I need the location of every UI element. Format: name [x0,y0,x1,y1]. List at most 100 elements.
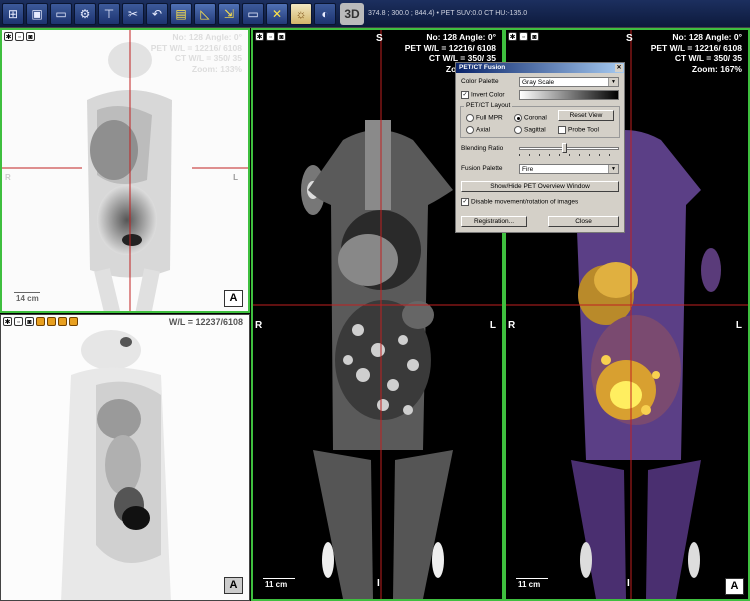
coronal-label: Coronal [524,114,547,122]
export-icon[interactable]: ⇲ [218,2,240,25]
screw-icon[interactable]: ⊤ [98,2,120,25]
color-palette-value: Gray Scale [522,79,555,86]
info-line: Zoom: 167% [691,63,742,74]
scale-bar [14,292,40,293]
fusion-palette-select[interactable]: Fire ▼ [519,164,619,174]
tools-icon[interactable]: ✂ [122,2,144,25]
loop-icon[interactable] [58,317,67,326]
gear-icon[interactable]: ✱ [255,32,264,41]
fusion-palette-label: Fusion Palette [461,165,503,172]
blending-ratio-label: Blending Ratio [461,145,504,152]
camera-icon[interactable]: ◙ [530,32,539,41]
scale-label: 11 cm [518,580,541,589]
pet-coronal-panel[interactable]: ✱ ▫ ◙ No: 128 Angle: 0° PET W/L = 12216/… [0,28,250,313]
image-info: No: 128 Angle: 0° PET W/L = 12216/ 6108 … [651,32,742,74]
window-icon[interactable]: ▫ [266,32,275,41]
panel-tools: ✱ ▫ ◙ [508,32,539,41]
scale-label: 11 cm [265,580,288,589]
show-hide-pet-overview-button[interactable]: Show/Hide PET Overview Window [461,181,619,192]
info-line: PET W/L = 12216/ 6108 [150,42,242,53]
close-button[interactable]: Close [548,216,619,227]
gear-icon[interactable]: ✱ [3,317,12,326]
dialog-title: PET/CT Fusion [459,64,506,71]
close-icon[interactable]: ✕ [266,2,288,25]
status-readout: 374.8 ; 300.0 ; 844.4) • PET SUV:0.0 CT … [368,10,528,17]
layout-group-title: PET/CT Layout [464,102,513,109]
slider-thumb[interactable] [561,143,567,153]
orientation-left: L [489,320,496,331]
full-mpr-label: Full MPR [476,114,503,122]
sagittal-radio[interactable]: Sagittal [514,126,546,134]
orientation-right: R [255,320,263,331]
orientation-right: R [5,173,11,182]
layout-icon[interactable]: ⊞ [2,2,24,25]
orientation-inferior: I [377,578,380,589]
info-line: No: 128 Angle: 0° [426,32,496,42]
coronal-radio[interactable]: Coronal [514,114,547,122]
checkbox-checked-icon: ✓ [461,91,469,99]
window-icon[interactable]: ▫ [14,317,23,326]
registration-button[interactable]: Registration... [461,216,527,227]
save-icon[interactable]: ▣ [26,2,48,25]
undo-icon[interactable]: ↶ [146,2,168,25]
reset-view-button[interactable]: Reset View [558,110,614,121]
color-palette-label: Color Palette [461,78,499,85]
axial-label: Axial [476,126,491,134]
info-line: CT W/L = 350/ 35 [174,53,242,63]
camera-icon[interactable]: ◙ [277,32,286,41]
gear-icon[interactable]: ✱ [4,32,13,41]
anterior-marker: A [224,290,243,307]
invert-color-label: Invert Color [471,91,505,99]
3d-button[interactable]: 3D [340,2,364,25]
play-icon[interactable] [36,317,45,326]
measure-icon[interactable]: ◺ [194,2,216,25]
anterior-marker: A [725,578,744,595]
invert-color-checkbox[interactable]: ✓ Invert Color [461,91,505,99]
panel-tools: ✱ ▫ ◙ [255,32,286,41]
close-icon[interactable]: ✕ [615,64,623,72]
speed-icon[interactable] [69,317,78,326]
orientation-left: L [735,320,742,331]
info-line: No: 128 Angle: 0° [672,32,742,42]
orientation-inferior: I [627,578,630,589]
scale-bar [263,578,295,579]
blending-ratio-slider[interactable] [519,147,619,150]
orientation-superior: S [376,33,383,44]
rotate-icon[interactable] [47,317,56,326]
settings-icon[interactable]: ⚙ [74,2,96,25]
disable-movement-checkbox[interactable]: ✓ Disable movement/rotation of images [461,198,578,206]
fusion-icon[interactable]: ☼ [290,2,312,25]
info-line: PET W/L = 12216/ 6108 [404,42,496,53]
camera-icon[interactable]: ◙ [25,317,34,326]
window-level-icon[interactable]: ▤ [170,2,192,25]
color-palette-select[interactable]: Gray Scale ▼ [519,77,619,87]
scale-label: 14 cm [16,294,39,303]
contrast-icon[interactable]: ◐ [314,2,336,25]
axial-radio[interactable]: Axial [466,126,490,134]
comment-icon[interactable]: ▭ [50,2,72,25]
panel-tools: ✱ ▫ ◙ [4,32,35,41]
camera-icon[interactable]: ◙ [26,32,35,41]
orientation-right: R [508,320,516,331]
window-icon[interactable]: ▫ [15,32,24,41]
color-palette-preview [519,90,619,100]
pet-mip-panel[interactable]: ✱ ▫ ◙ W/L = 12237/6108 A [0,314,250,601]
monitor-icon[interactable]: ▭ [242,2,264,25]
slider-ticks [519,154,619,156]
full-mpr-radio[interactable]: Full MPR [466,114,503,122]
disable-movement-label: Disable movement/rotation of images [471,198,579,206]
panel-tools: ✱ ▫ ◙ [3,317,78,326]
window-icon[interactable]: ▫ [519,32,528,41]
chevron-down-icon: ▼ [608,165,618,173]
gear-icon[interactable]: ✱ [508,32,517,41]
sagittal-label: Sagittal [524,126,546,134]
orientation-superior: S [626,33,633,44]
dialog-titlebar[interactable]: PET/CT Fusion ✕ [456,63,624,73]
info-line: PET W/L = 12216/ 6108 [650,42,742,53]
main-toolbar: ⊞ ▣ ▭ ⚙ ⊤ ✂ ↶ ▤ ◺ ⇲ ▭ ✕ ☼ ◐ 3D 374.8 ; 3… [0,0,750,28]
orientation-cube-icon[interactable]: A [224,577,243,594]
probe-tool-checkbox[interactable]: Probe Tool [558,126,599,134]
pet-ct-fusion-dialog: PET/CT Fusion ✕ Color Palette Gray Scale… [455,62,625,233]
image-info: No: 128 Angle: 0° PET W/L = 12216/ 6108 … [151,32,242,74]
probe-tool-label: Probe Tool [568,126,599,134]
